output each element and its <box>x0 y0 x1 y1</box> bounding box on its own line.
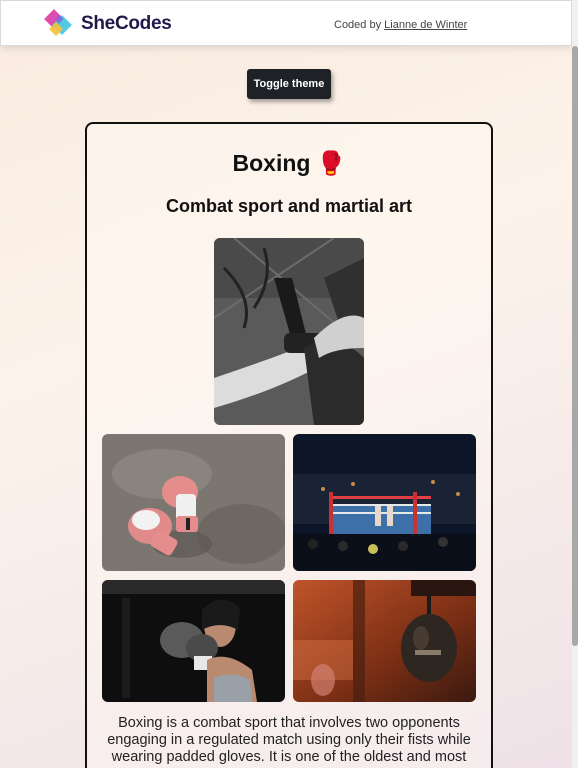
speed-bag-photo <box>293 580 476 702</box>
shecodes-logo[interactable] <box>43 8 79 40</box>
scrollbar[interactable] <box>572 0 578 768</box>
author-link[interactable]: Lianne de Winter <box>384 19 467 31</box>
description-text: Boxing is a combat sport that involves t… <box>107 715 471 765</box>
toggle-theme-button[interactable]: Toggle theme <box>247 69 331 99</box>
boxing-arena-photo <box>293 434 476 571</box>
credit-prefix: Coded by <box>334 19 382 31</box>
top-bar: SheCodes Coded by Lianne de Winter <box>0 0 572 46</box>
page-title: Boxing 🥊 <box>232 150 346 176</box>
hand-wrapping-photo <box>214 238 364 425</box>
brand-name: SheCodes <box>81 13 172 34</box>
boxing-gloves-photo <box>102 434 285 571</box>
page-subtitle: Combat sport and martial art <box>165 196 413 216</box>
woman-boxing-photo <box>102 580 285 702</box>
credit-text: Coded by Lianne de Winter <box>334 19 467 31</box>
scrollbar-thumb[interactable] <box>572 46 578 646</box>
